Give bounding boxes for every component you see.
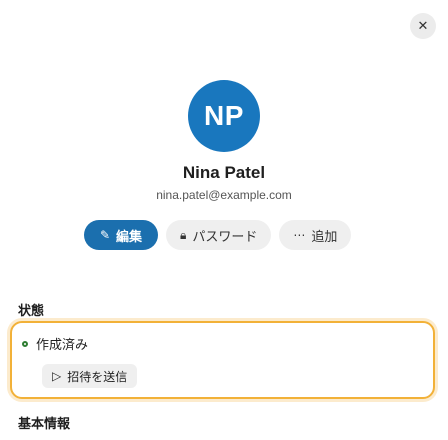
password-button[interactable]: 🔒︎ パスワード bbox=[166, 220, 272, 250]
close-button[interactable]: ✕ bbox=[410, 13, 436, 39]
more-label: 追加 bbox=[311, 229, 338, 245]
send-invite-button[interactable]: ▷ 招待を送信 bbox=[42, 364, 138, 388]
lock-icon: 🔒︎ bbox=[180, 227, 187, 242]
edit-label: 編集 bbox=[116, 229, 143, 245]
pencil-icon: ✎ bbox=[99, 228, 111, 242]
send-icon: ▷ bbox=[52, 369, 62, 383]
more-icon: ⋯ bbox=[293, 228, 306, 242]
user-name: Nina Patel bbox=[182, 163, 266, 182]
status-panel: 作成済み ▷ 招待を送信 bbox=[10, 321, 435, 399]
status-current-label: 作成済み bbox=[36, 338, 89, 353]
user-email: nina.patel@example.com bbox=[156, 188, 292, 202]
avatar: NP bbox=[188, 80, 260, 152]
status-section-title: 状態 bbox=[18, 304, 45, 319]
more-button[interactable]: ⋯ 追加 bbox=[279, 220, 352, 250]
close-icon: ✕ bbox=[417, 18, 429, 34]
basic-info-section-title: 基本情報 bbox=[18, 417, 71, 432]
send-invite-label: 招待を送信 bbox=[67, 369, 128, 384]
action-bar: ✎ 編集 🔒︎ パスワード ⋯ 追加 bbox=[84, 220, 352, 250]
status-dot-icon bbox=[22, 340, 28, 347]
avatar-initials: NP bbox=[204, 100, 244, 131]
password-label: パスワード bbox=[192, 229, 258, 245]
edit-button[interactable]: ✎ 編集 bbox=[84, 220, 158, 250]
status-current: 作成済み bbox=[22, 334, 88, 353]
